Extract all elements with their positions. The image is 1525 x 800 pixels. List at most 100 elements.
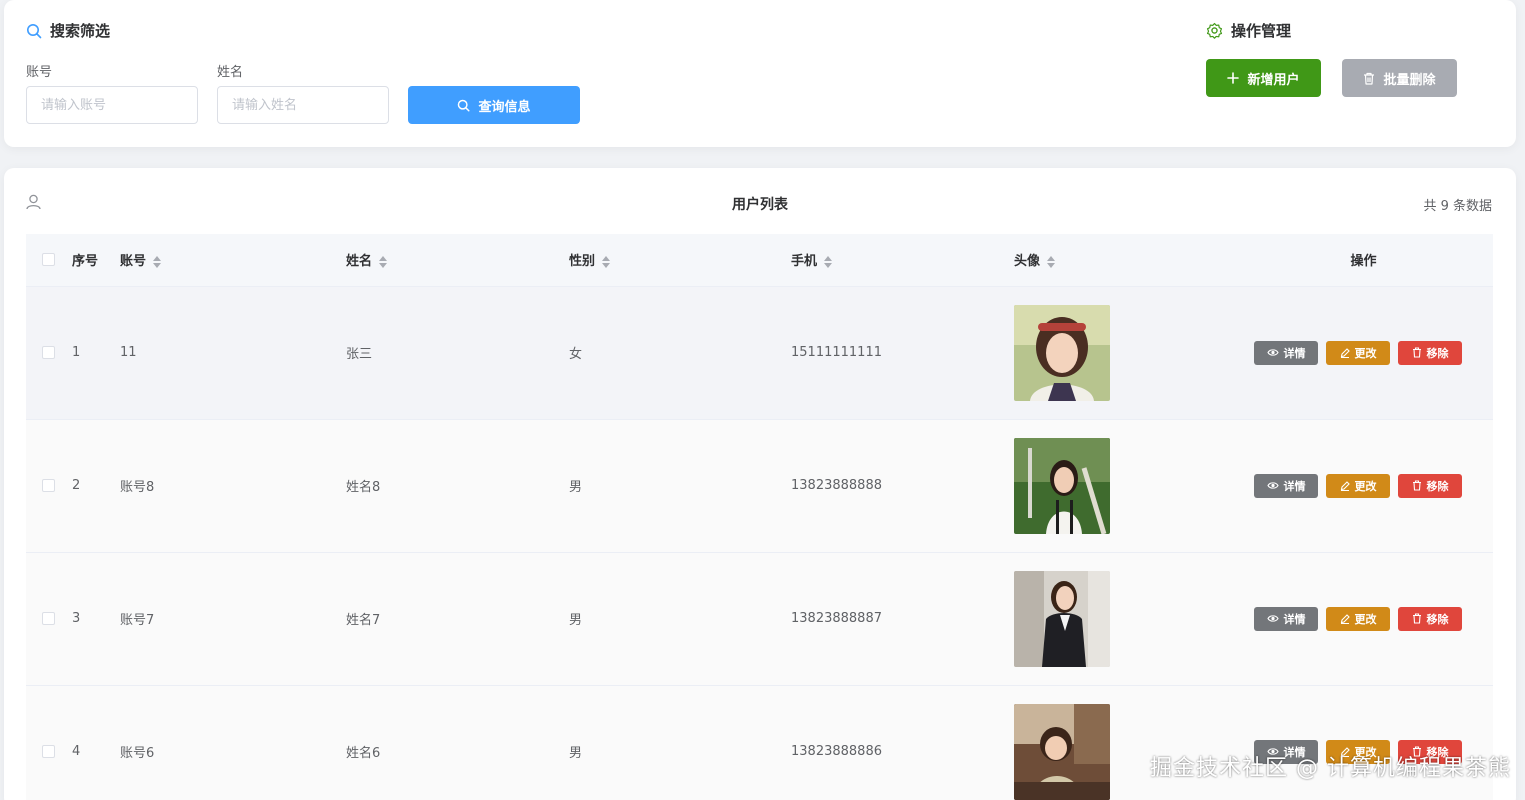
edit-button[interactable]: 更改 [1326,473,1390,498]
row-select-cell [26,286,72,420]
sort-caret-icon[interactable] [823,255,833,269]
row-phone: 13823888886 [791,685,1014,800]
row-name: 姓名6 [346,685,569,800]
row-select-cell [26,552,72,686]
ops-section-title: 操作管理 [1231,22,1292,40]
row-actions: 详情 更改 移除 [1234,552,1493,686]
detail-button[interactable]: 详情 [1254,473,1318,498]
search-icon [458,99,470,112]
sort-caret-icon[interactable] [601,255,611,269]
user-list-title: 用户列表 [732,197,788,213]
account-input[interactable] [26,86,198,124]
query-button[interactable]: 查询信息 [408,86,580,124]
edit-button[interactable]: 更改 [1326,606,1390,631]
remove-button[interactable]: 移除 [1398,340,1462,365]
remove-button[interactable]: 移除 [1398,473,1462,498]
trash-icon [1412,347,1421,358]
column-header-phone[interactable]: 手机 [791,234,1014,287]
pencil-icon [1340,480,1350,491]
row-avatar-cell [1014,286,1234,420]
eye-icon [1266,615,1279,622]
eye-icon [1266,349,1279,356]
sort-caret-icon[interactable] [152,255,162,269]
row-gender: 男 [569,419,791,553]
add-user-button[interactable]: 新增用户 [1206,59,1321,97]
detail-button[interactable]: 详情 [1254,340,1318,365]
eye-icon [1266,482,1279,489]
avatar[interactable] [1014,570,1110,667]
row-index: 4 [72,685,120,800]
edit-button[interactable]: 更改 [1326,340,1390,365]
table-row: 3 账号7 姓名7 男 13823888887 详情 更改 移除 [26,552,1493,686]
query-button-label: 查询信息 [478,99,531,115]
column-header-name[interactable]: 姓名 [346,234,569,287]
row-actions: 详情 更改 移除 [1234,419,1493,553]
sort-caret-icon[interactable] [1046,255,1056,269]
column-header-avatar[interactable]: 头像 [1014,234,1234,287]
row-name: 姓名7 [346,552,569,686]
trash-icon [1412,613,1421,624]
column-header-gender[interactable]: 性别 [569,234,791,287]
avatar[interactable] [1014,304,1110,401]
search-icon [27,23,42,38]
record-count: 共 9 条数据 [1423,199,1492,214]
name-label: 姓名 [217,65,244,80]
table-row: 2 账号8 姓名8 男 13823888888 详情 更改 移除 [26,419,1493,553]
trash-icon [1364,72,1375,85]
name-input[interactable] [217,86,389,124]
row-gender: 男 [569,552,791,686]
search-panel: 搜索筛选 账号 姓名 查询信息 操作管理 新增用户 批量删除 [4,0,1516,147]
batch-delete-button-label: 批量删除 [1383,72,1436,88]
row-phone: 15111111111 [791,286,1014,420]
add-user-button-label: 新增用户 [1247,72,1300,88]
select-all-checkbox[interactable] [42,253,55,267]
avatar[interactable] [1014,437,1110,534]
column-header-index: 序号 [72,234,120,287]
table-row: 4 账号6 姓名6 男 13823888886 详情 更改 移除 [26,685,1493,800]
gear-icon [1206,22,1223,39]
plus-icon [1227,72,1240,84]
row-avatar-cell [1014,552,1234,686]
account-label: 账号 [26,65,53,80]
trash-icon [1412,480,1421,491]
pencil-icon [1340,613,1350,624]
watermark: 掘金技术社区 @ 计算机编程果茶熊 [1150,756,1511,781]
row-index: 3 [72,552,120,686]
row-phone: 13823888888 [791,419,1014,553]
user-table: 序号 账号 姓名 性别 手机 头像 操作 1 11 张三 女 151111111… [26,234,1493,800]
row-checkbox[interactable] [42,346,55,359]
row-select-cell [26,419,72,553]
search-section-title: 搜索筛选 [50,22,111,40]
row-actions: 详情 更改 移除 [1234,286,1493,420]
row-avatar-cell [1014,685,1234,800]
row-phone: 13823888887 [791,552,1014,686]
row-actions: 详情 更改 移除 [1234,685,1493,800]
row-gender: 女 [569,286,791,420]
column-header-account[interactable]: 账号 [120,234,346,287]
row-account: 账号8 [120,419,346,553]
row-index: 2 [72,419,120,553]
ops-section-header: 操作管理 [1206,20,1291,41]
row-checkbox[interactable] [42,745,55,758]
search-section-header: 搜索筛选 [26,20,110,41]
row-avatar-cell [1014,419,1234,553]
row-checkbox[interactable] [42,479,55,492]
batch-delete-button[interactable]: 批量删除 [1342,59,1457,97]
row-select-cell [26,685,72,800]
row-account: 账号6 [120,685,346,800]
table-header-row: 序号 账号 姓名 性别 手机 头像 操作 [26,234,1493,287]
row-name: 姓名8 [346,419,569,553]
table-row: 1 11 张三 女 15111111111 详情 更改 移除 [26,286,1493,420]
row-name: 张三 [346,286,569,420]
avatar[interactable] [1014,703,1110,800]
remove-button[interactable]: 移除 [1398,606,1462,631]
row-checkbox[interactable] [42,612,55,625]
column-header-actions: 操作 [1234,234,1493,287]
detail-button[interactable]: 详情 [1254,606,1318,631]
row-account: 账号7 [120,552,346,686]
sort-caret-icon[interactable] [378,255,388,269]
user-list-panel: 用户列表 共 9 条数据 序号 账号 姓名 性别 手机 头像 操作 1 11 张… [4,168,1516,800]
row-gender: 男 [569,685,791,800]
row-account: 11 [120,286,346,420]
select-all-cell [26,234,72,287]
